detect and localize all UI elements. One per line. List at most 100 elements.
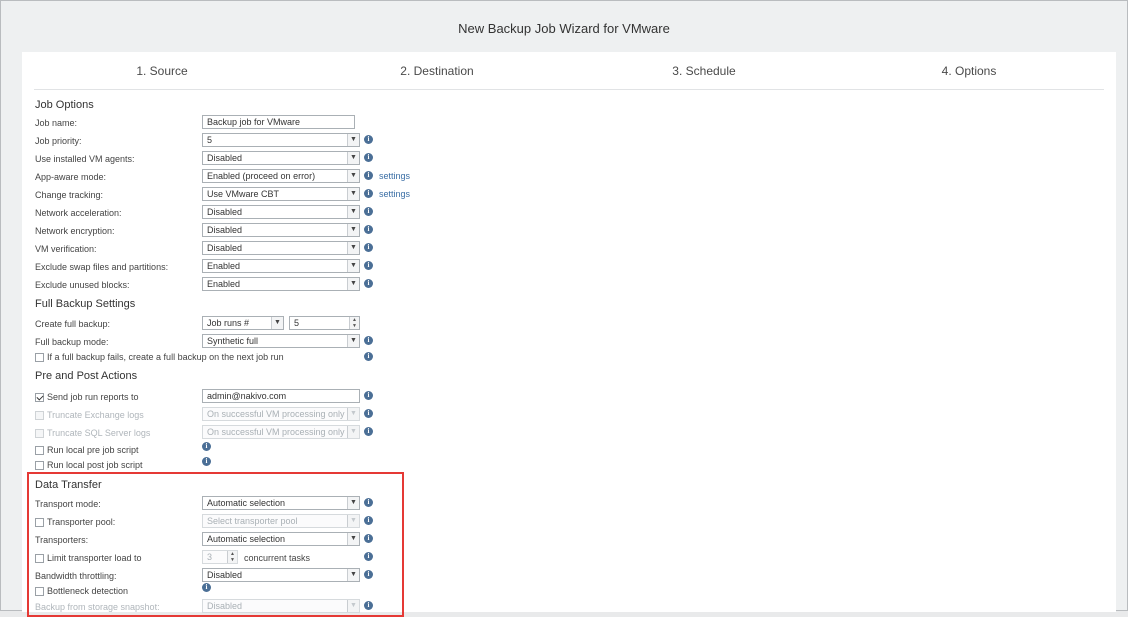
info-icon[interactable]: i	[364, 336, 373, 345]
info-icon[interactable]: i	[364, 171, 373, 180]
info-icon[interactable]: i	[364, 427, 373, 436]
info-icon[interactable]: i	[202, 442, 211, 451]
section-data-transfer: Data Transfer	[35, 479, 102, 491]
chevron-down-icon: ▼	[347, 134, 359, 146]
transporter-pool-row[interactable]: Transporter pool:	[35, 517, 115, 527]
app-aware-select[interactable]: Enabled (proceed on error) ▼	[202, 169, 360, 183]
pre-script-label: Run local pre job script	[47, 445, 139, 455]
limit-load-label: Limit transporter load to	[47, 553, 142, 563]
section-job-options: Job Options	[35, 99, 94, 111]
send-reports-row[interactable]: Send job run reports to	[35, 392, 139, 402]
info-icon[interactable]: i	[364, 534, 373, 543]
info-icon[interactable]: i	[202, 457, 211, 466]
pre-script-checkbox[interactable]	[35, 445, 44, 455]
job-name-input[interactable]: Backup job for VMware	[202, 115, 355, 129]
net-accel-select[interactable]: Disabled ▼	[202, 205, 360, 219]
exclude-swap-select[interactable]: Enabled ▼	[202, 259, 360, 273]
info-icon[interactable]: i	[364, 153, 373, 162]
transporter-pool-placeholder: Select transporter pool	[207, 516, 298, 526]
pre-script-row[interactable]: Run local pre job script	[35, 445, 139, 455]
step-schedule[interactable]: 3. Schedule	[604, 64, 804, 78]
info-icon[interactable]: i	[364, 552, 373, 561]
full-fail-checkbox[interactable]	[35, 352, 44, 362]
info-icon[interactable]: i	[364, 261, 373, 270]
window-title: New Backup Job Wizard for VMware	[458, 21, 670, 36]
bandwidth-label: Bandwidth throttling:	[35, 571, 117, 581]
net-accel-value: Disabled	[207, 207, 243, 217]
info-icon[interactable]: i	[364, 352, 373, 361]
transporters-value: Automatic selection	[207, 534, 286, 544]
bottleneck-checkbox[interactable]	[35, 586, 44, 596]
send-reports-checkbox[interactable]	[35, 392, 44, 402]
chevron-down-icon: ▼	[347, 408, 359, 420]
chevron-down-icon: ▼	[347, 335, 359, 347]
truncate-sql-checkbox	[35, 428, 44, 438]
info-icon[interactable]: i	[364, 391, 373, 400]
create-full-count[interactable]: 5 ▲ ▼	[289, 316, 360, 330]
net-encrypt-select[interactable]: Disabled ▼	[202, 223, 360, 237]
truncate-sql-select: On successful VM processing only ▼	[202, 425, 360, 439]
chevron-down-icon: ▼	[347, 569, 359, 581]
step-destination[interactable]: 2. Destination	[337, 64, 537, 78]
step-source[interactable]: 1. Source	[62, 64, 262, 78]
change-tracking-select[interactable]: Use VMware CBT ▼	[202, 187, 360, 201]
full-fail-label: If a full backup fails, create a full ba…	[47, 352, 284, 362]
job-priority-select[interactable]: 5 ▼	[202, 133, 360, 147]
send-reports-email-input[interactable]: admin@nakivo.com	[202, 389, 360, 403]
bottleneck-row[interactable]: Bottleneck detection	[35, 586, 128, 596]
chevron-down-icon: ▼	[347, 426, 359, 438]
exclude-swap-label: Exclude swap files and partitions:	[35, 262, 169, 272]
bandwidth-select[interactable]: Disabled ▼	[202, 568, 360, 582]
exclude-swap-value: Enabled	[207, 261, 241, 271]
full-mode-label: Full backup mode:	[35, 337, 109, 347]
change-tracking-settings-link[interactable]: settings	[379, 189, 410, 199]
chevron-down-icon: ▼	[347, 600, 359, 612]
net-encrypt-value: Disabled	[207, 225, 243, 235]
info-icon[interactable]: i	[364, 498, 373, 507]
transporter-pool-checkbox[interactable]	[35, 517, 44, 527]
truncate-exchange-checkbox	[35, 410, 44, 420]
info-icon[interactable]: i	[364, 189, 373, 198]
info-icon[interactable]: i	[364, 207, 373, 216]
vm-verify-select[interactable]: Disabled ▼	[202, 241, 360, 255]
create-full-select[interactable]: Job runs # ▼	[202, 316, 284, 330]
info-icon[interactable]: i	[364, 570, 373, 579]
full-mode-select[interactable]: Synthetic full ▼	[202, 334, 360, 348]
bandwidth-value: Disabled	[207, 570, 243, 580]
chevron-down-icon: ▼	[271, 317, 283, 329]
info-icon[interactable]: i	[364, 516, 373, 525]
step-options[interactable]: 4. Options	[869, 64, 1069, 78]
info-icon[interactable]: i	[364, 601, 373, 610]
info-icon[interactable]: i	[364, 135, 373, 144]
transporters-select[interactable]: Automatic selection ▼	[202, 532, 360, 546]
spinner-arrows-icon[interactable]: ▲ ▼	[349, 317, 359, 329]
create-full-count-value: 5	[294, 318, 300, 328]
create-full-value: Job runs #	[207, 318, 250, 328]
full-mode-value: Synthetic full	[207, 336, 259, 346]
vm-verify-label: VM verification:	[35, 244, 97, 254]
spinner-down-icon: ▼	[230, 557, 235, 563]
post-script-row[interactable]: Run local post job script	[35, 460, 143, 470]
post-script-checkbox[interactable]	[35, 460, 44, 470]
vm-agents-select[interactable]: Disabled ▼	[202, 151, 360, 165]
info-icon[interactable]: i	[364, 243, 373, 252]
info-icon[interactable]: i	[364, 225, 373, 234]
app-aware-value: Enabled (proceed on error)	[207, 171, 316, 181]
info-icon[interactable]: i	[202, 583, 211, 592]
wizard-panel: 1. Source 2. Destination 3. Schedule 4. …	[22, 52, 1116, 617]
steps-divider	[34, 89, 1104, 90]
full-fail-row[interactable]: If a full backup fails, create a full ba…	[35, 352, 284, 362]
limit-load-checkbox[interactable]	[35, 553, 44, 563]
info-icon[interactable]: i	[364, 279, 373, 288]
exclude-unused-select[interactable]: Enabled ▼	[202, 277, 360, 291]
wizard-steps: 1. Source 2. Destination 3. Schedule 4. …	[22, 52, 1116, 90]
chevron-down-icon: ▼	[347, 242, 359, 254]
limit-load-input: 3 ▲ ▼	[202, 550, 238, 564]
limit-load-row[interactable]: Limit transporter load to	[35, 553, 142, 563]
change-tracking-label: Change tracking:	[35, 190, 104, 200]
info-icon[interactable]: i	[364, 409, 373, 418]
job-name-label: Job name:	[35, 118, 78, 128]
app-aware-settings-link[interactable]: settings	[379, 171, 410, 181]
transport-mode-select[interactable]: Automatic selection ▼	[202, 496, 360, 510]
truncate-sql-label: Truncate SQL Server logs	[47, 428, 151, 438]
